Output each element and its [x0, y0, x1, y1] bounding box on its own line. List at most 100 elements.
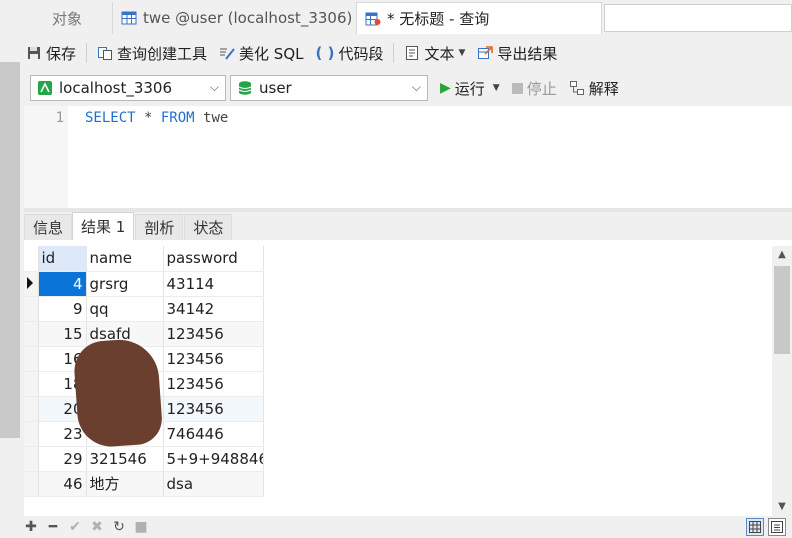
- query-builder-button[interactable]: 查询创建工具: [91, 40, 213, 66]
- tab-table-twe[interactable]: twe @user (localhost_3306) ...: [112, 2, 352, 34]
- line-number: 1: [55, 110, 64, 126]
- cell-name[interactable]: 地方: [86, 471, 164, 497]
- query-toolbar: 保存 查询创建工具 美化 SQL ( ) 代码段 文本 ▼ 导出结果: [20, 38, 792, 68]
- grid-vertical-scrollbar[interactable]: ▲ ▼: [772, 246, 792, 516]
- connection-select[interactable]: localhost_3306 ⌵: [30, 75, 226, 101]
- stop-load-icon[interactable]: ■: [130, 516, 152, 538]
- table-icon: [121, 10, 137, 26]
- beautify-sql-button[interactable]: 美化 SQL: [213, 40, 309, 66]
- toolbar-divider: [86, 43, 88, 63]
- play-icon: ▶: [440, 80, 451, 96]
- tab-profile[interactable]: 剖析: [135, 214, 184, 240]
- explain-icon: [569, 80, 585, 96]
- connection-bar: localhost_3306 ⌵ user ⌵ ▶ 运行 ▼ 停止 解释: [20, 72, 792, 104]
- row-indicator: [24, 471, 39, 497]
- cell-password[interactable]: 43114: [163, 271, 264, 297]
- tab-info-label: 信息: [33, 219, 64, 237]
- discard-changes-icon[interactable]: ✖: [86, 516, 108, 538]
- row-indicator: [24, 296, 39, 322]
- scroll-up-icon[interactable]: ▲: [772, 246, 792, 264]
- cell-name[interactable]: 321546: [86, 446, 164, 472]
- cell-name[interactable]: qq: [86, 296, 164, 322]
- explain-label: 解释: [588, 79, 619, 98]
- code-snippet-icon: ( ): [315, 44, 335, 62]
- tab-info[interactable]: 信息: [24, 214, 73, 240]
- sql-table-name: twe: [194, 110, 229, 126]
- apply-changes-icon[interactable]: ✔: [64, 516, 86, 538]
- row-indicator: [24, 446, 39, 472]
- database-value: user: [259, 79, 292, 97]
- sql-code-line[interactable]: SELECT * FROM twe: [85, 110, 228, 126]
- save-button[interactable]: 保存: [20, 40, 82, 66]
- explain-button[interactable]: 解释: [563, 78, 625, 99]
- tab-result-1[interactable]: 结果 1: [72, 212, 135, 240]
- text-icon: [404, 45, 420, 61]
- table-row[interactable]: 29 321546 5+9+9488469: [24, 446, 264, 472]
- chevron-down-icon: ▼: [458, 48, 466, 58]
- column-header-name[interactable]: name: [86, 246, 164, 272]
- query-builder-icon: [97, 45, 113, 61]
- connection-value: localhost_3306: [59, 79, 173, 97]
- code-snippet-button[interactable]: ( ) 代码段: [310, 40, 390, 66]
- sql-keyword-select: SELECT: [85, 110, 136, 126]
- cell-password[interactable]: 123456: [163, 371, 264, 397]
- table-row[interactable]: 9 qq 34142: [24, 296, 264, 322]
- row-indicator-header: [24, 246, 39, 272]
- grid-view-icon[interactable]: [746, 518, 764, 536]
- sql-editor[interactable]: 1 SELECT * FROM twe: [24, 106, 792, 208]
- database-select[interactable]: user ⌵: [230, 75, 428, 101]
- stop-button[interactable]: 停止: [506, 78, 563, 99]
- left-panel-scrollbar[interactable]: [0, 62, 20, 438]
- cell-password[interactable]: 123456: [163, 346, 264, 372]
- cell-id[interactable]: 46: [38, 471, 87, 497]
- export-icon: [477, 45, 494, 61]
- column-header-password[interactable]: password: [163, 246, 264, 272]
- tab-objects[interactable]: 对象: [24, 2, 110, 34]
- delete-row-icon[interactable]: ━: [42, 516, 64, 538]
- line-number-gutter: 1: [24, 106, 68, 208]
- cell-id[interactable]: 9: [38, 296, 87, 322]
- sql-keyword-from: FROM: [160, 110, 195, 126]
- column-header-id[interactable]: id: [38, 246, 87, 272]
- tab-bar: 对象 twe @user (localhost_3306) ... * 无标题 …: [20, 0, 792, 36]
- table-row[interactable]: 4 grsrg 43114: [24, 271, 264, 297]
- table-row[interactable]: 46 地方 dsa: [24, 471, 264, 497]
- scroll-down-icon[interactable]: ▼: [772, 498, 792, 516]
- export-results-button[interactable]: 导出结果: [471, 40, 563, 66]
- cell-name[interactable]: grsrg: [86, 271, 164, 297]
- tab-search-box[interactable]: [604, 4, 792, 32]
- chevron-down-icon: ⌵: [411, 80, 421, 94]
- row-indicator: [24, 396, 39, 422]
- cell-password[interactable]: 123456: [163, 396, 264, 422]
- grid-bottom-toolbar: ✚ ━ ✔ ✖ ↻ ■: [20, 516, 792, 538]
- cell-id[interactable]: 29: [38, 446, 87, 472]
- form-view-icon[interactable]: [768, 518, 786, 536]
- cell-password[interactable]: 5+9+9488469: [163, 446, 264, 472]
- run-button[interactable]: ▶ 运行 ▼: [434, 78, 506, 99]
- tab-untitled-query[interactable]: * 无标题 - 查询: [356, 2, 602, 34]
- stop-label: 停止: [526, 79, 557, 98]
- table-row[interactable]: 15 dsafd 123456: [24, 321, 264, 347]
- tab-query-label: * 无标题 - 查询: [387, 10, 490, 28]
- current-row-arrow-icon: [27, 276, 33, 289]
- tab-profile-label: 剖析: [144, 219, 175, 237]
- cell-password[interactable]: dsa: [163, 471, 264, 497]
- result-tabs: 信息 结果 1 剖析 状态: [24, 212, 792, 240]
- grid-header-row: id name password: [24, 246, 264, 272]
- save-label: 保存: [46, 44, 77, 63]
- cell-id[interactable]: 15: [38, 321, 87, 347]
- export-label: 导出结果: [497, 44, 558, 63]
- run-label: 运行: [454, 79, 485, 98]
- add-row-icon[interactable]: ✚: [20, 516, 42, 538]
- refresh-icon[interactable]: ↻: [108, 516, 130, 538]
- sql-star: *: [135, 110, 161, 126]
- cell-password[interactable]: 123456: [163, 321, 264, 347]
- tab-status[interactable]: 状态: [184, 214, 233, 240]
- text-dropdown-button[interactable]: 文本 ▼: [398, 40, 471, 66]
- cell-password[interactable]: 34142: [163, 296, 264, 322]
- row-indicator: [24, 321, 39, 347]
- scrollbar-thumb[interactable]: [774, 266, 790, 354]
- tab-objects-label: 对象: [51, 9, 82, 28]
- cell-id[interactable]: 4: [38, 271, 87, 297]
- cell-password[interactable]: 746446: [163, 421, 264, 447]
